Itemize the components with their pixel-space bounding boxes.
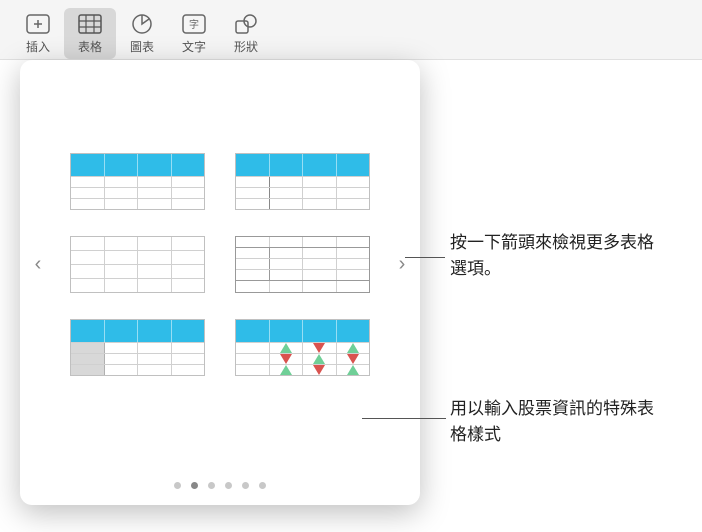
plus-box-icon xyxy=(24,12,52,36)
triangle-up-icon xyxy=(280,365,292,375)
page-dot[interactable] xyxy=(208,482,215,489)
page-dot[interactable] xyxy=(174,482,181,489)
triangle-down-icon xyxy=(313,343,325,353)
popover-body: ‹ xyxy=(20,60,420,468)
toolbar-chart[interactable]: 圖表 xyxy=(116,8,168,59)
table-option-stock[interactable] xyxy=(235,319,370,376)
svg-text:字: 字 xyxy=(189,18,199,31)
triangle-down-icon xyxy=(347,354,359,364)
callout-line xyxy=(362,418,446,419)
toolbar-shape[interactable]: 形狀 xyxy=(220,8,272,59)
toolbar-insert[interactable]: 插入 xyxy=(12,8,64,59)
page-dot[interactable] xyxy=(242,482,249,489)
pie-icon xyxy=(128,12,156,36)
triangle-up-icon xyxy=(347,343,359,353)
text-box-icon: 字 xyxy=(180,12,208,36)
toolbar-text[interactable]: 字 文字 xyxy=(168,8,220,59)
next-arrow[interactable]: › xyxy=(384,253,420,276)
toolbar-label: 形狀 xyxy=(234,38,258,55)
shapes-icon xyxy=(232,12,260,36)
table-picker-popover: ‹ xyxy=(20,60,420,505)
table-option-blue-header-split[interactable] xyxy=(235,153,370,210)
chevron-left-icon: ‹ xyxy=(35,253,42,276)
annotation-arrow-hint: 按一下箭頭來檢視更多表格選項。 xyxy=(450,230,670,281)
toolbar: 插入 表格 圖表 字 文字 形狀 xyxy=(0,0,702,60)
toolbar-table[interactable]: 表格 xyxy=(64,8,116,59)
table-option-inner-border[interactable] xyxy=(235,236,370,293)
triangle-down-icon xyxy=(313,365,325,375)
table-option-row-header[interactable] xyxy=(70,319,205,376)
triangle-up-icon xyxy=(313,354,325,364)
table-option-blue-header[interactable] xyxy=(70,153,205,210)
page-dot[interactable] xyxy=(225,482,232,489)
toolbar-label: 圖表 xyxy=(130,38,154,55)
grid-icon xyxy=(76,12,104,36)
toolbar-label: 插入 xyxy=(26,38,50,55)
prev-arrow[interactable]: ‹ xyxy=(20,253,56,276)
triangle-down-icon xyxy=(280,354,292,364)
triangle-up-icon xyxy=(347,365,359,375)
chevron-right-icon: › xyxy=(399,253,406,276)
page-dot[interactable] xyxy=(259,482,266,489)
table-options-grid xyxy=(56,147,384,382)
triangle-up-icon xyxy=(280,343,292,353)
page-dot[interactable] xyxy=(191,482,198,489)
table-option-plain[interactable] xyxy=(70,236,205,293)
toolbar-label: 文字 xyxy=(182,38,206,55)
page-indicator xyxy=(20,468,420,505)
toolbar-label: 表格 xyxy=(78,38,102,55)
annotation-stock-hint: 用以輸入股票資訊的特殊表格樣式 xyxy=(450,396,670,447)
callout-line xyxy=(405,257,445,258)
